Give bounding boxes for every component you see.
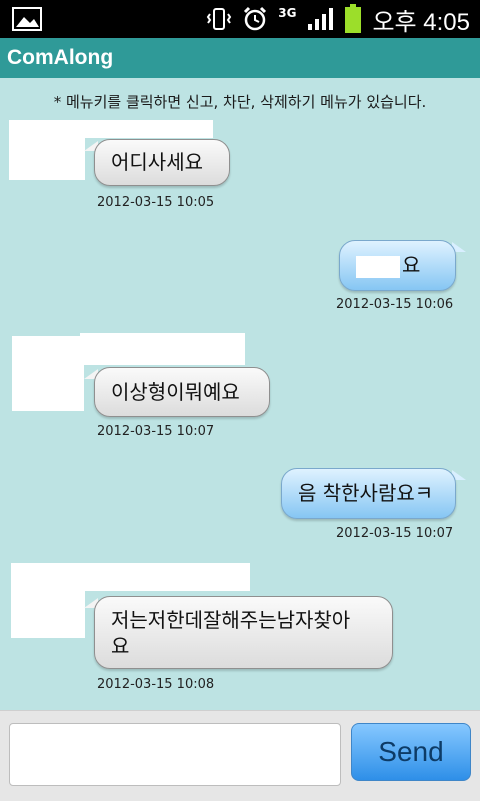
clock: 오후 4:05 <box>372 8 470 36</box>
message-text: 음 착한사람요ㅋ <box>298 481 434 505</box>
status-bar: 3G 오후 4:05 <box>0 0 480 38</box>
message-text: 어디사세요 <box>111 150 203 174</box>
sender-name-redacted <box>80 563 250 591</box>
alarm-icon <box>244 6 267 31</box>
message-bubble[interactable]: 저는저한데잘해주는남자찾아 요 <box>94 596 393 669</box>
battery-icon <box>345 4 362 33</box>
app-title: ComAlong <box>0 38 480 78</box>
message-timestamp: 2012-03-15 10:07 <box>97 424 215 439</box>
message-timestamp: 2012-03-15 10:05 <box>97 195 215 210</box>
signal-icon <box>308 8 334 30</box>
message-input[interactable] <box>9 723 341 786</box>
redacted-text <box>356 255 400 278</box>
message-bubble[interactable]: 음 착한사람요ㅋ <box>281 468 456 519</box>
message-timestamp: 2012-03-15 10:06 <box>336 297 454 312</box>
menu-notice: * 메뉴키를 클릭하면 신고, 차단, 삭제하기 메뉴가 있습니다. <box>53 93 427 111</box>
avatar[interactable] <box>12 336 84 411</box>
image-icon <box>12 7 42 31</box>
message-bubble[interactable]: 어디사세요 <box>94 139 230 186</box>
message-text-line: 요 <box>111 634 130 658</box>
sender-name-redacted <box>80 333 245 365</box>
message-bubble[interactable]: 이상형이뭐예요 <box>94 367 270 417</box>
message-text: 요 <box>402 253 421 277</box>
message-bubble[interactable]: 요 <box>339 240 456 291</box>
sender-name-redacted <box>85 120 213 138</box>
send-button[interactable]: Send <box>351 723 471 781</box>
network-type: 3G <box>278 6 297 20</box>
avatar[interactable] <box>11 563 85 638</box>
message-timestamp: 2012-03-15 10:07 <box>336 526 454 541</box>
avatar[interactable] <box>9 120 85 180</box>
message-text: 이상형이뭐예요 <box>111 380 240 404</box>
message-timestamp: 2012-03-15 10:08 <box>97 677 215 692</box>
message-text-line: 저는저한데잘해주는남자찾아 <box>111 608 351 632</box>
vibrate-icon <box>207 8 232 30</box>
